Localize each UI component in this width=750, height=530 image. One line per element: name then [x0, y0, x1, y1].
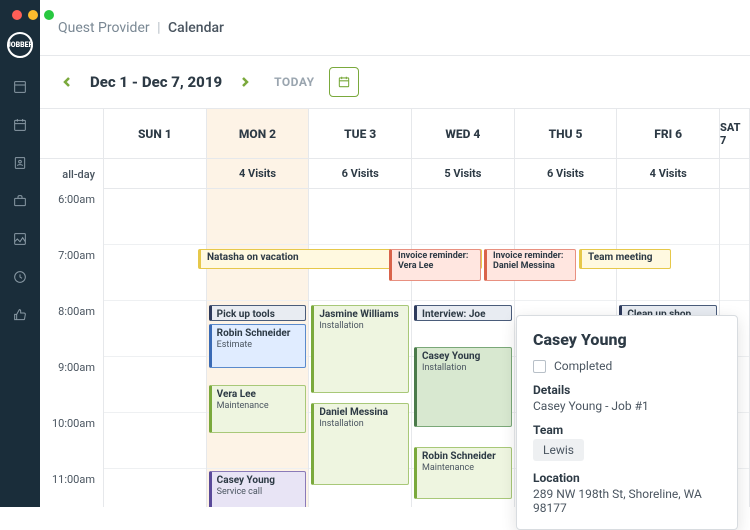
- day-header: SAT 7: [720, 109, 749, 159]
- contacts-icon[interactable]: [0, 146, 40, 180]
- image-icon[interactable]: [0, 222, 40, 256]
- prev-week-button[interactable]: [58, 73, 76, 91]
- completed-label: Completed: [554, 359, 612, 373]
- maximize-dot[interactable]: [44, 10, 54, 20]
- day-header: MON 2: [207, 109, 309, 159]
- event[interactable]: Pick up tools: [209, 305, 307, 321]
- day-header: TUE 3: [309, 109, 411, 159]
- details-label: Details: [533, 383, 721, 397]
- day-header: WED 4: [412, 109, 514, 159]
- page-title: Calendar: [168, 20, 224, 36]
- date-range[interactable]: Dec 1 - Dec 7, 2019: [90, 73, 222, 91]
- day-column-tue[interactable]: TUE 3 6 Visits Jasmine WilliamsInstallat…: [309, 109, 412, 507]
- clock-icon[interactable]: [0, 260, 40, 294]
- day-header: SUN 1: [104, 109, 206, 159]
- hour-label: 10:00am: [40, 413, 103, 469]
- hour-label: 8:00am: [40, 301, 103, 357]
- team-chip[interactable]: Lewis: [533, 439, 584, 461]
- minimize-dot[interactable]: [28, 10, 38, 20]
- toolbar: Dec 1 - Dec 7, 2019 TODAY: [40, 56, 750, 108]
- event[interactable]: Interview: Joe: [414, 305, 512, 321]
- home-icon[interactable]: [0, 70, 40, 104]
- completed-checkbox[interactable]: [533, 360, 546, 373]
- allday-label: all-day: [40, 159, 103, 189]
- location-text: 289 NW 198th St, Shoreline, WA 98177: [533, 487, 721, 515]
- today-button[interactable]: TODAY: [274, 75, 314, 89]
- banner-invoice-vera[interactable]: Invoice reminder: Vera Lee: [389, 249, 481, 281]
- briefcase-icon[interactable]: [0, 184, 40, 218]
- page-header: Quest Provider | Calendar: [40, 0, 750, 56]
- event[interactable]: Robin SchneiderMaintenance: [414, 447, 512, 499]
- banner-invoice-daniel[interactable]: Invoice reminder: Daniel Messina: [484, 249, 576, 281]
- event[interactable]: Casey YoungService call: [209, 471, 307, 507]
- day-column-mon[interactable]: MON 2 4 Visits Pick up tools Robin Schne…: [207, 109, 310, 507]
- thumbs-up-icon[interactable]: [0, 298, 40, 332]
- hour-label: 11:00am: [40, 469, 103, 507]
- calendar-icon[interactable]: [0, 108, 40, 142]
- close-dot[interactable]: [12, 10, 22, 20]
- event[interactable]: Casey YoungInstallation: [414, 347, 512, 427]
- app-logo[interactable]: JOBBER: [7, 32, 33, 58]
- team-label: Team: [533, 423, 721, 437]
- event[interactable]: Daniel MessinaInstallation: [311, 403, 409, 485]
- event-popup: Casey Young Completed Details Casey Youn…: [516, 315, 738, 530]
- day-column-wed[interactable]: WED 4 5 Visits Interview: Joe Casey Youn…: [412, 109, 515, 507]
- day-header: THU 5: [515, 109, 617, 159]
- event[interactable]: Jasmine WilliamsInstallation: [311, 305, 409, 393]
- date-picker-button[interactable]: [329, 67, 359, 97]
- location-label: Location: [533, 471, 721, 485]
- event[interactable]: Vera LeeMaintenance: [209, 385, 307, 433]
- hour-label: 6:00am: [40, 189, 103, 245]
- next-week-button[interactable]: [236, 73, 254, 91]
- window-controls: [12, 10, 54, 20]
- day-column-sun[interactable]: SUN 1: [104, 109, 207, 507]
- banner-team-meeting[interactable]: Team meeting: [579, 249, 671, 269]
- day-header: FRI 6: [617, 109, 719, 159]
- popup-title: Casey Young: [533, 330, 721, 349]
- hour-label: 9:00am: [40, 357, 103, 413]
- hour-label: 7:00am: [40, 245, 103, 301]
- details-text: Casey Young - Job #1: [533, 399, 721, 413]
- org-name: Quest Provider: [58, 20, 150, 36]
- sidebar: JOBBER: [0, 0, 40, 507]
- event[interactable]: Robin SchneiderEstimate: [209, 324, 307, 368]
